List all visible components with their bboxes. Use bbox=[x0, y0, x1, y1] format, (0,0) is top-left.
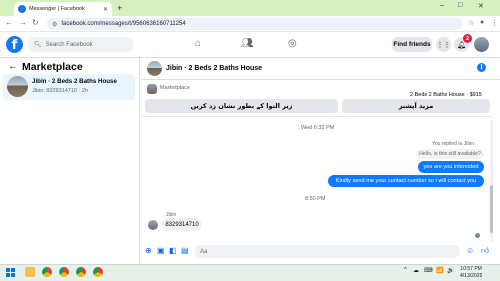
image-icon[interactable]: ▣ bbox=[157, 246, 165, 255]
seen-indicator bbox=[475, 233, 480, 238]
chat-title[interactable]: Jibin · 2 Beds 2 Baths House bbox=[166, 65, 262, 72]
more-options-button[interactable]: مزید آپشنز bbox=[342, 99, 490, 113]
clock-date: 4/13/2025 bbox=[460, 272, 483, 279]
message-input[interactable]: Aa bbox=[194, 245, 460, 258]
mark-as-pending-button[interactable]: زیر التوا کے بطور نشان زد کریں bbox=[145, 99, 338, 113]
wifi-icon[interactable]: 📶 bbox=[436, 267, 443, 274]
outgoing-message[interactable]: Kindly send me your contact number so i … bbox=[328, 175, 484, 187]
find-friends-button[interactable]: Find friends bbox=[392, 37, 432, 52]
add-icon[interactable]: ⊕ bbox=[145, 246, 152, 255]
notification-badge: 2 bbox=[463, 34, 472, 43]
tray-overflow-icon[interactable]: ^ bbox=[404, 267, 407, 273]
groups-icon[interactable]: ◎ bbox=[288, 38, 297, 49]
file-explorer-icon[interactable] bbox=[25, 267, 35, 277]
conversation-name: Jibin · 2 Beds 2 Baths House bbox=[32, 78, 117, 85]
chrome-icon[interactable] bbox=[93, 267, 103, 277]
search-placeholder: Search Facebook bbox=[45, 41, 93, 48]
maximize-button[interactable]: □ bbox=[458, 2, 462, 9]
clock-time: 10:57 PM bbox=[460, 266, 482, 272]
forward-icon[interactable]: → bbox=[19, 18, 27, 27]
tab-title: Messenger | Facebook bbox=[29, 6, 85, 12]
facebook-favicon-icon bbox=[18, 5, 26, 13]
back-icon[interactable]: ← bbox=[5, 18, 13, 27]
extensions-icon[interactable]: ☆ bbox=[468, 19, 474, 27]
listing-small-thumbnail bbox=[147, 84, 157, 94]
keyboard-icon[interactable]: ⌨ bbox=[424, 267, 433, 274]
volume-icon[interactable]: 🔊 bbox=[447, 267, 454, 274]
info-icon[interactable]: i bbox=[477, 63, 486, 72]
incoming-message[interactable]: 8329314710 bbox=[162, 218, 202, 231]
minimize-button[interactable]: – bbox=[440, 2, 444, 9]
quoted-message[interactable]: Hello, is this still available? bbox=[416, 149, 484, 159]
chat-avatar[interactable] bbox=[147, 61, 162, 76]
outgoing-message[interactable]: yes are you interested bbox=[418, 161, 484, 173]
close-window-button[interactable]: ✕ bbox=[478, 2, 484, 10]
chrome-icon[interactable] bbox=[76, 267, 86, 277]
facebook-logo[interactable]: f bbox=[6, 36, 23, 53]
marketplace-label: Marketplace bbox=[160, 85, 190, 91]
browser-tab[interactable]: Messenger | Facebook ✕ bbox=[14, 2, 112, 16]
like-icon[interactable]: 👍︎ bbox=[481, 246, 489, 256]
facebook-search[interactable]: 🔍︎ Search Facebook bbox=[28, 37, 134, 52]
replied-note: You replied to Jibin bbox=[432, 141, 475, 147]
gif-icon[interactable]: ▤ bbox=[181, 246, 189, 255]
timestamp: 8:50 PM bbox=[305, 196, 326, 202]
onedrive-icon[interactable]: ☁ bbox=[413, 267, 419, 274]
sidebar-title: Marketplace bbox=[22, 61, 83, 73]
search-icon: 🔍︎ bbox=[34, 42, 42, 48]
menu-grid-icon[interactable]: ⋮⋮ bbox=[436, 37, 451, 52]
tab-close-icon[interactable]: ✕ bbox=[103, 6, 108, 13]
sticker-icon[interactable]: ◧ bbox=[169, 246, 177, 255]
message-input-placeholder: Aa bbox=[200, 248, 208, 255]
friends-icon[interactable]: 👥︎ bbox=[241, 38, 254, 49]
profile-icon[interactable]: ● bbox=[480, 19, 484, 26]
site-info-icon[interactable]: ⚙ bbox=[52, 21, 57, 28]
home-icon[interactable]: ⌂ bbox=[195, 38, 201, 49]
new-tab-button[interactable]: + bbox=[117, 3, 122, 13]
chrome-icon[interactable] bbox=[42, 267, 52, 277]
chrome-icon[interactable] bbox=[59, 267, 69, 277]
reload-icon[interactable]: ↻ bbox=[32, 18, 39, 27]
sender-avatar[interactable] bbox=[148, 220, 158, 230]
address-bar[interactable]: ⚙ facebook.com/messages/t/95606361607112… bbox=[47, 18, 462, 30]
scrollbar-thumb[interactable] bbox=[490, 185, 493, 233]
menu-icon[interactable]: ⋮ bbox=[491, 19, 498, 27]
start-icon[interactable] bbox=[6, 268, 15, 277]
listing-price[interactable]: 2 Beds 2 Baths House · $915 bbox=[410, 92, 482, 98]
timestamp: Wed 6:32 PM bbox=[301, 125, 335, 131]
conversation-preview: Jibin: 8329314710 · 2h bbox=[32, 88, 88, 94]
emoji-icon[interactable]: ☺ bbox=[466, 246, 474, 255]
listing-thumbnail bbox=[7, 76, 28, 97]
back-arrow-icon[interactable]: ← bbox=[8, 61, 18, 72]
account-avatar[interactable] bbox=[474, 37, 489, 52]
url-text: facebook.com/messages/t/9560636160711254 bbox=[61, 21, 186, 27]
system-clock[interactable]: 10:57 PM 4/13/2025 bbox=[460, 266, 482, 279]
